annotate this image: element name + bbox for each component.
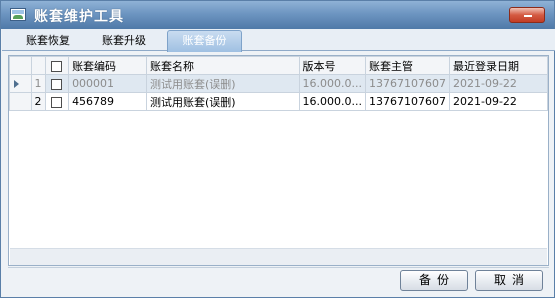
column-header-code[interactable]: 账套编码: [68, 56, 147, 75]
cell-manager[interactable]: 13767107607: [365, 92, 450, 111]
cell-manager[interactable]: 13767107607: [365, 74, 450, 93]
window-title: 账套维护工具: [34, 9, 124, 25]
row-number: 1: [30, 74, 46, 93]
table-row[interactable]: 2 456789 测试用账套(误删) 16.000.0... 137671076…: [9, 92, 548, 111]
tab-upgrade[interactable]: 账套升级: [96, 32, 152, 51]
table-row[interactable]: 1 000001 测试用账套(误删) 16.000.0... 137671076…: [9, 74, 548, 93]
column-header-version[interactable]: 版本号: [298, 56, 367, 75]
cell-version[interactable]: 16.000.0...: [298, 92, 367, 111]
column-header-name[interactable]: 账套名称: [145, 56, 300, 75]
row-checkbox[interactable]: [44, 92, 70, 111]
row-indicator: [9, 74, 32, 93]
horizontal-scrollbar[interactable]: [10, 248, 547, 265]
tab-restore[interactable]: 账套恢复: [20, 32, 76, 51]
close-button[interactable]: [509, 7, 545, 23]
cell-code[interactable]: 000001: [68, 74, 147, 93]
row-number: 2: [30, 92, 46, 111]
app-icon: [10, 8, 26, 21]
column-header-last-login[interactable]: 最近登录日期: [449, 56, 548, 75]
cancel-button[interactable]: 取消: [475, 270, 543, 291]
select-all-checkbox[interactable]: [44, 56, 70, 75]
cell-code[interactable]: 456789: [68, 92, 147, 111]
column-header-manager[interactable]: 账套主管: [365, 56, 450, 75]
cell-last-login[interactable]: 2021-09-22: [449, 74, 548, 93]
minus-icon: [524, 15, 532, 17]
cell-name[interactable]: 测试用账套(误删): [145, 92, 300, 111]
account-table: 账套编码 账套名称 版本号 账套主管 最近登录日期 1 000001 测试用账套…: [9, 56, 548, 111]
cell-name[interactable]: 测试用账套(误删): [145, 74, 300, 93]
maintenance-window: 账套维护工具 账套恢复 账套升级 账套备份 账套编码 账套名称 版本号 账套主管…: [0, 0, 555, 298]
title-bar[interactable]: 账套维护工具: [1, 1, 554, 29]
account-grid: 账套编码 账套名称 版本号 账套主管 最近登录日期 1 000001 测试用账套…: [8, 55, 549, 266]
tab-backup[interactable]: 账套备份: [167, 30, 242, 52]
current-row-arrow-icon: [14, 79, 19, 88]
row-indicator: [9, 92, 32, 111]
indicator-header: [9, 56, 32, 75]
header-row: 账套编码 账套名称 版本号 账套主管 最近登录日期: [9, 56, 548, 75]
tab-strip: 账套恢复 账套升级 账套备份: [2, 29, 555, 52]
cell-last-login[interactable]: 2021-09-22: [449, 92, 548, 111]
footer-divider: [8, 267, 549, 268]
rownum-header: [30, 56, 46, 75]
cell-version[interactable]: 16.000.0...: [298, 74, 367, 93]
backup-button[interactable]: 备份: [400, 270, 468, 291]
row-checkbox[interactable]: [44, 74, 70, 93]
